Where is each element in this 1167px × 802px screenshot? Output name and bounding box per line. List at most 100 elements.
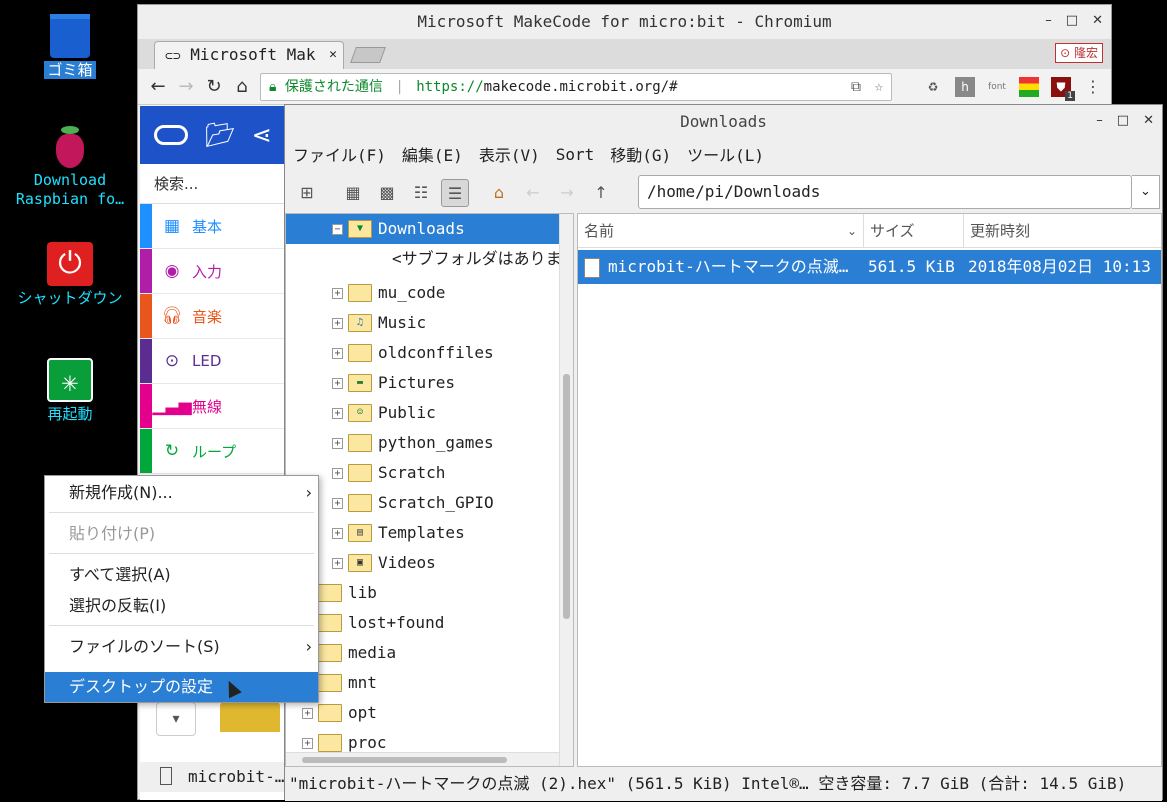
menu-item-invert-selection[interactable]: 選択の反転(I) <box>45 591 318 621</box>
tab-makecode[interactable]: ⊂⊃ Microsoft Mak ✕ <box>154 41 344 69</box>
bookmark-star-icon[interactable]: ☆ <box>875 74 883 100</box>
tree-item[interactable]: + python_games <box>286 428 559 458</box>
back-button[interactable]: ← <box>144 76 172 97</box>
path-dropdown-chevron-icon[interactable]: ⌄ <box>1132 175 1160 209</box>
address-bar[interactable]: 🔒︎ 保護された通信 | https://makecode.microbit.o… <box>260 73 892 101</box>
back-icon[interactable]: ← <box>519 179 547 207</box>
home-icon[interactable]: ⌂ <box>485 179 513 207</box>
expand-icon[interactable]: + <box>332 498 343 509</box>
scrollbar-thumb[interactable] <box>302 757 507 763</box>
tree-item[interactable]: + ▬ Pictures <box>286 368 559 398</box>
icon-view-icon[interactable]: ▦ <box>339 179 367 207</box>
tree-item[interactable]: + ▣ Videos <box>286 548 559 578</box>
category-loops[interactable]: ↻ ループ <box>140 429 286 474</box>
category-radio[interactable]: ▁▃▅ 無線 <box>140 384 286 429</box>
folder-open-icon[interactable]: 📂︎ <box>205 121 235 149</box>
new-tab-icon[interactable]: ⊞ <box>293 179 321 207</box>
column-header-modified[interactable]: 更新時刻 <box>964 214 1161 247</box>
menu-item-select-all[interactable]: すべて選択(A) <box>45 560 318 590</box>
tree-item[interactable]: media <box>286 638 559 668</box>
menu-item-sort-files[interactable]: ファイルのソート(S) › <box>45 632 318 662</box>
new-tab-button[interactable] <box>350 47 386 63</box>
up-icon[interactable]: ↑ <box>587 179 615 207</box>
menu-file[interactable]: ファイル(F) <box>293 142 386 166</box>
font-extension-icon[interactable]: font <box>987 77 1007 97</box>
tree-item[interactable]: lib <box>286 578 559 608</box>
expand-icon[interactable]: + <box>332 438 343 449</box>
collapse-icon[interactable]: − <box>332 224 343 235</box>
column-header-size[interactable]: サイズ <box>864 214 964 247</box>
expand-icon[interactable]: + <box>302 738 313 749</box>
expand-icon[interactable]: + <box>332 318 343 329</box>
list-view-icon[interactable]: ☰ <box>441 179 469 207</box>
file-row[interactable]: microbit-ハートマークの点滅… 561.5 KiB 2018年08月02… <box>578 250 1161 284</box>
expand-icon[interactable]: + <box>332 558 343 569</box>
scrollbar-thumb[interactable] <box>563 374 570 619</box>
share-icon[interactable]: ⋖ <box>252 121 272 149</box>
tree-item[interactable]: + mu_code <box>286 278 559 308</box>
tree-item[interactable]: − ▼ Downloads <box>286 214 559 244</box>
desktop-icon-reboot[interactable]: ✳ 再起動 <box>0 358 140 424</box>
maximize-icon[interactable]: □ <box>1066 13 1078 28</box>
expand-icon[interactable]: + <box>332 408 343 419</box>
tree-item-label: python_games <box>378 433 494 452</box>
tree-item[interactable]: + ♫ Music <box>286 308 559 338</box>
category-led[interactable]: ⊙ LED <box>140 339 286 384</box>
tree-item[interactable]: + oldconffiles <box>286 338 559 368</box>
reload-button[interactable]: ↻ <box>200 76 228 97</box>
shield-extension-icon[interactable]: ⛊ 1 <box>1051 77 1075 101</box>
microbit-logo-icon[interactable] <box>154 125 189 145</box>
category-input[interactable]: ◉ 入力 <box>140 249 286 294</box>
tree-vertical-scrollbar[interactable] <box>559 214 573 766</box>
thumbnail-view-icon[interactable]: ▩ <box>373 179 401 207</box>
menu-item-new[interactable]: 新規作成(N)... › <box>45 478 318 508</box>
download-button[interactable]: ▾ <box>156 702 196 736</box>
close-icon[interactable]: ✕ <box>1092 13 1103 28</box>
desktop-icon-trash[interactable]: ゴミ箱 <box>0 14 140 80</box>
compact-view-icon[interactable]: ☷ <box>407 179 435 207</box>
tree-horizontal-scrollbar[interactable] <box>286 752 559 766</box>
category-music[interactable]: 🎧︎ 音楽 <box>140 294 286 339</box>
tree-item[interactable]: mnt <box>286 668 559 698</box>
tab-close-icon[interactable]: ✕ <box>329 42 337 68</box>
menu-edit[interactable]: 編集(E) <box>402 142 463 166</box>
desktop-icon-download-raspbian[interactable]: Download Raspbian fo… <box>0 126 140 209</box>
tree-item[interactable]: + ☺ Public <box>286 398 559 428</box>
expand-icon[interactable]: + <box>332 378 343 389</box>
desktop-icon-shutdown[interactable]: ⏻ シャットダウン <box>0 242 140 308</box>
menu-kebab-icon[interactable]: ⋮ <box>1083 77 1103 97</box>
menu-item-paste[interactable]: 貼り付け(P) <box>45 519 318 549</box>
forward-button[interactable]: → <box>172 76 200 97</box>
minimize-icon[interactable]: – <box>1045 13 1052 28</box>
expand-icon[interactable]: + <box>332 528 343 539</box>
expand-icon[interactable]: + <box>332 348 343 359</box>
script-extension-icon[interactable]: h <box>955 77 975 97</box>
recycle-extension-icon[interactable]: ♻ <box>923 77 943 97</box>
category-basic[interactable]: ▦ 基本 <box>140 204 286 249</box>
menu-item-desktop-settings[interactable]: デスクトップの設定 <box>45 672 318 702</box>
menu-sort[interactable]: Sort <box>556 145 595 164</box>
menu-tools[interactable]: ツール(L) <box>687 142 764 166</box>
home-button[interactable]: ⌂ <box>228 76 256 97</box>
close-icon[interactable]: ✕ <box>1143 113 1154 128</box>
color-extension-icon[interactable] <box>1019 77 1039 97</box>
profile-badge[interactable]: ⊙ 隆宏 <box>1055 43 1103 63</box>
forward-icon[interactable]: → <box>553 179 581 207</box>
expand-icon[interactable]: + <box>332 468 343 479</box>
tree-item[interactable]: + opt <box>286 698 559 728</box>
tree-item[interactable]: + Scratch_GPIO <box>286 488 559 518</box>
path-input[interactable]: /home/pi/Downloads <box>638 175 1132 209</box>
minimize-icon[interactable]: – <box>1096 113 1103 128</box>
menu-go[interactable]: 移動(G) <box>610 142 671 166</box>
expand-icon[interactable]: + <box>302 708 313 719</box>
tree-item[interactable]: lost+found <box>286 608 559 638</box>
toolbox-search[interactable]: 検索... <box>140 164 286 204</box>
translate-icon[interactable]: ⧉ <box>851 74 861 100</box>
maximize-icon[interactable]: □ <box>1117 113 1129 128</box>
tree-item[interactable]: + Scratch <box>286 458 559 488</box>
column-header-name[interactable]: 名前 ⌄ <box>578 214 864 247</box>
menu-view[interactable]: 表示(V) <box>479 142 540 166</box>
extension-icons: ♻ h font ⛊ 1 ⋮ <box>923 77 1103 101</box>
tree-item[interactable]: + ▤ Templates <box>286 518 559 548</box>
expand-icon[interactable]: + <box>332 288 343 299</box>
